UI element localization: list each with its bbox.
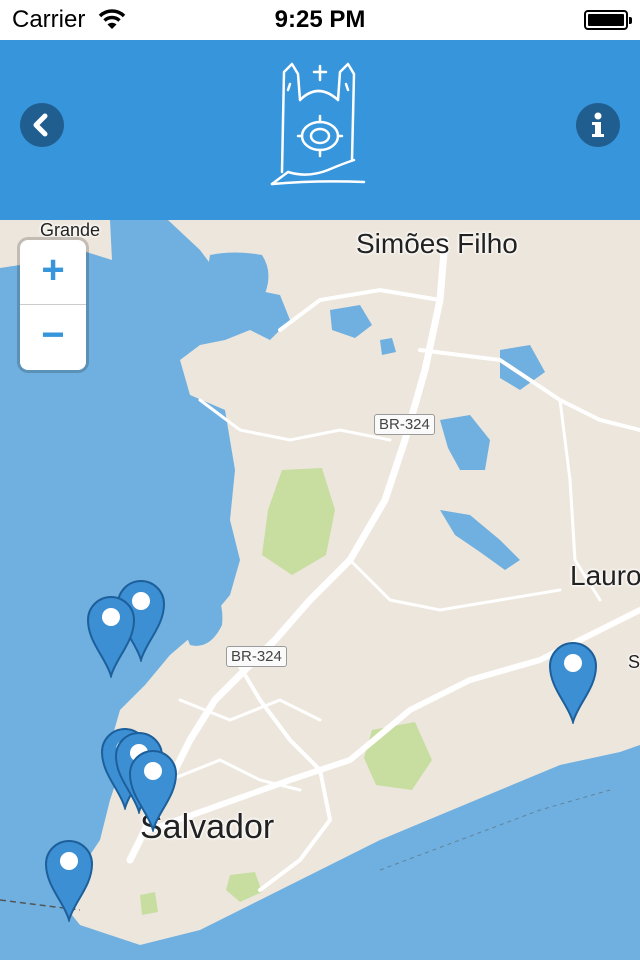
location-marker[interactable] bbox=[86, 592, 136, 678]
map-tiles bbox=[0, 220, 640, 960]
road-shield-br324: BR-324 bbox=[226, 646, 287, 667]
road-shield-br324: BR-324 bbox=[374, 414, 435, 435]
nav-bar bbox=[0, 40, 640, 220]
location-marker[interactable] bbox=[548, 638, 598, 724]
location-marker[interactable] bbox=[44, 836, 94, 922]
zoom-control: + − bbox=[20, 240, 86, 370]
battery-icon bbox=[584, 10, 632, 30]
place-label-grande: Grande bbox=[40, 220, 101, 240]
place-label-fragment: S bbox=[628, 652, 640, 672]
chevron-left-icon bbox=[33, 113, 48, 137]
zoom-in-button[interactable]: + bbox=[20, 240, 86, 305]
zoom-out-button[interactable]: − bbox=[20, 305, 86, 369]
place-label-lauro: Lauro bbox=[570, 560, 640, 591]
status-time: 9:25 PM bbox=[274, 6, 366, 33]
info-icon bbox=[592, 112, 604, 137]
church-logo-icon bbox=[270, 62, 366, 186]
status-bar: Carrier 9:25 PM bbox=[0, 0, 640, 40]
map-view[interactable]: Grande Simões Filho Lauro Salvador S BR-… bbox=[0, 220, 640, 960]
place-label-simoes-filho: Simões Filho bbox=[356, 228, 518, 259]
info-button[interactable] bbox=[576, 103, 620, 147]
location-marker[interactable] bbox=[128, 746, 178, 832]
back-button[interactable] bbox=[20, 103, 64, 147]
